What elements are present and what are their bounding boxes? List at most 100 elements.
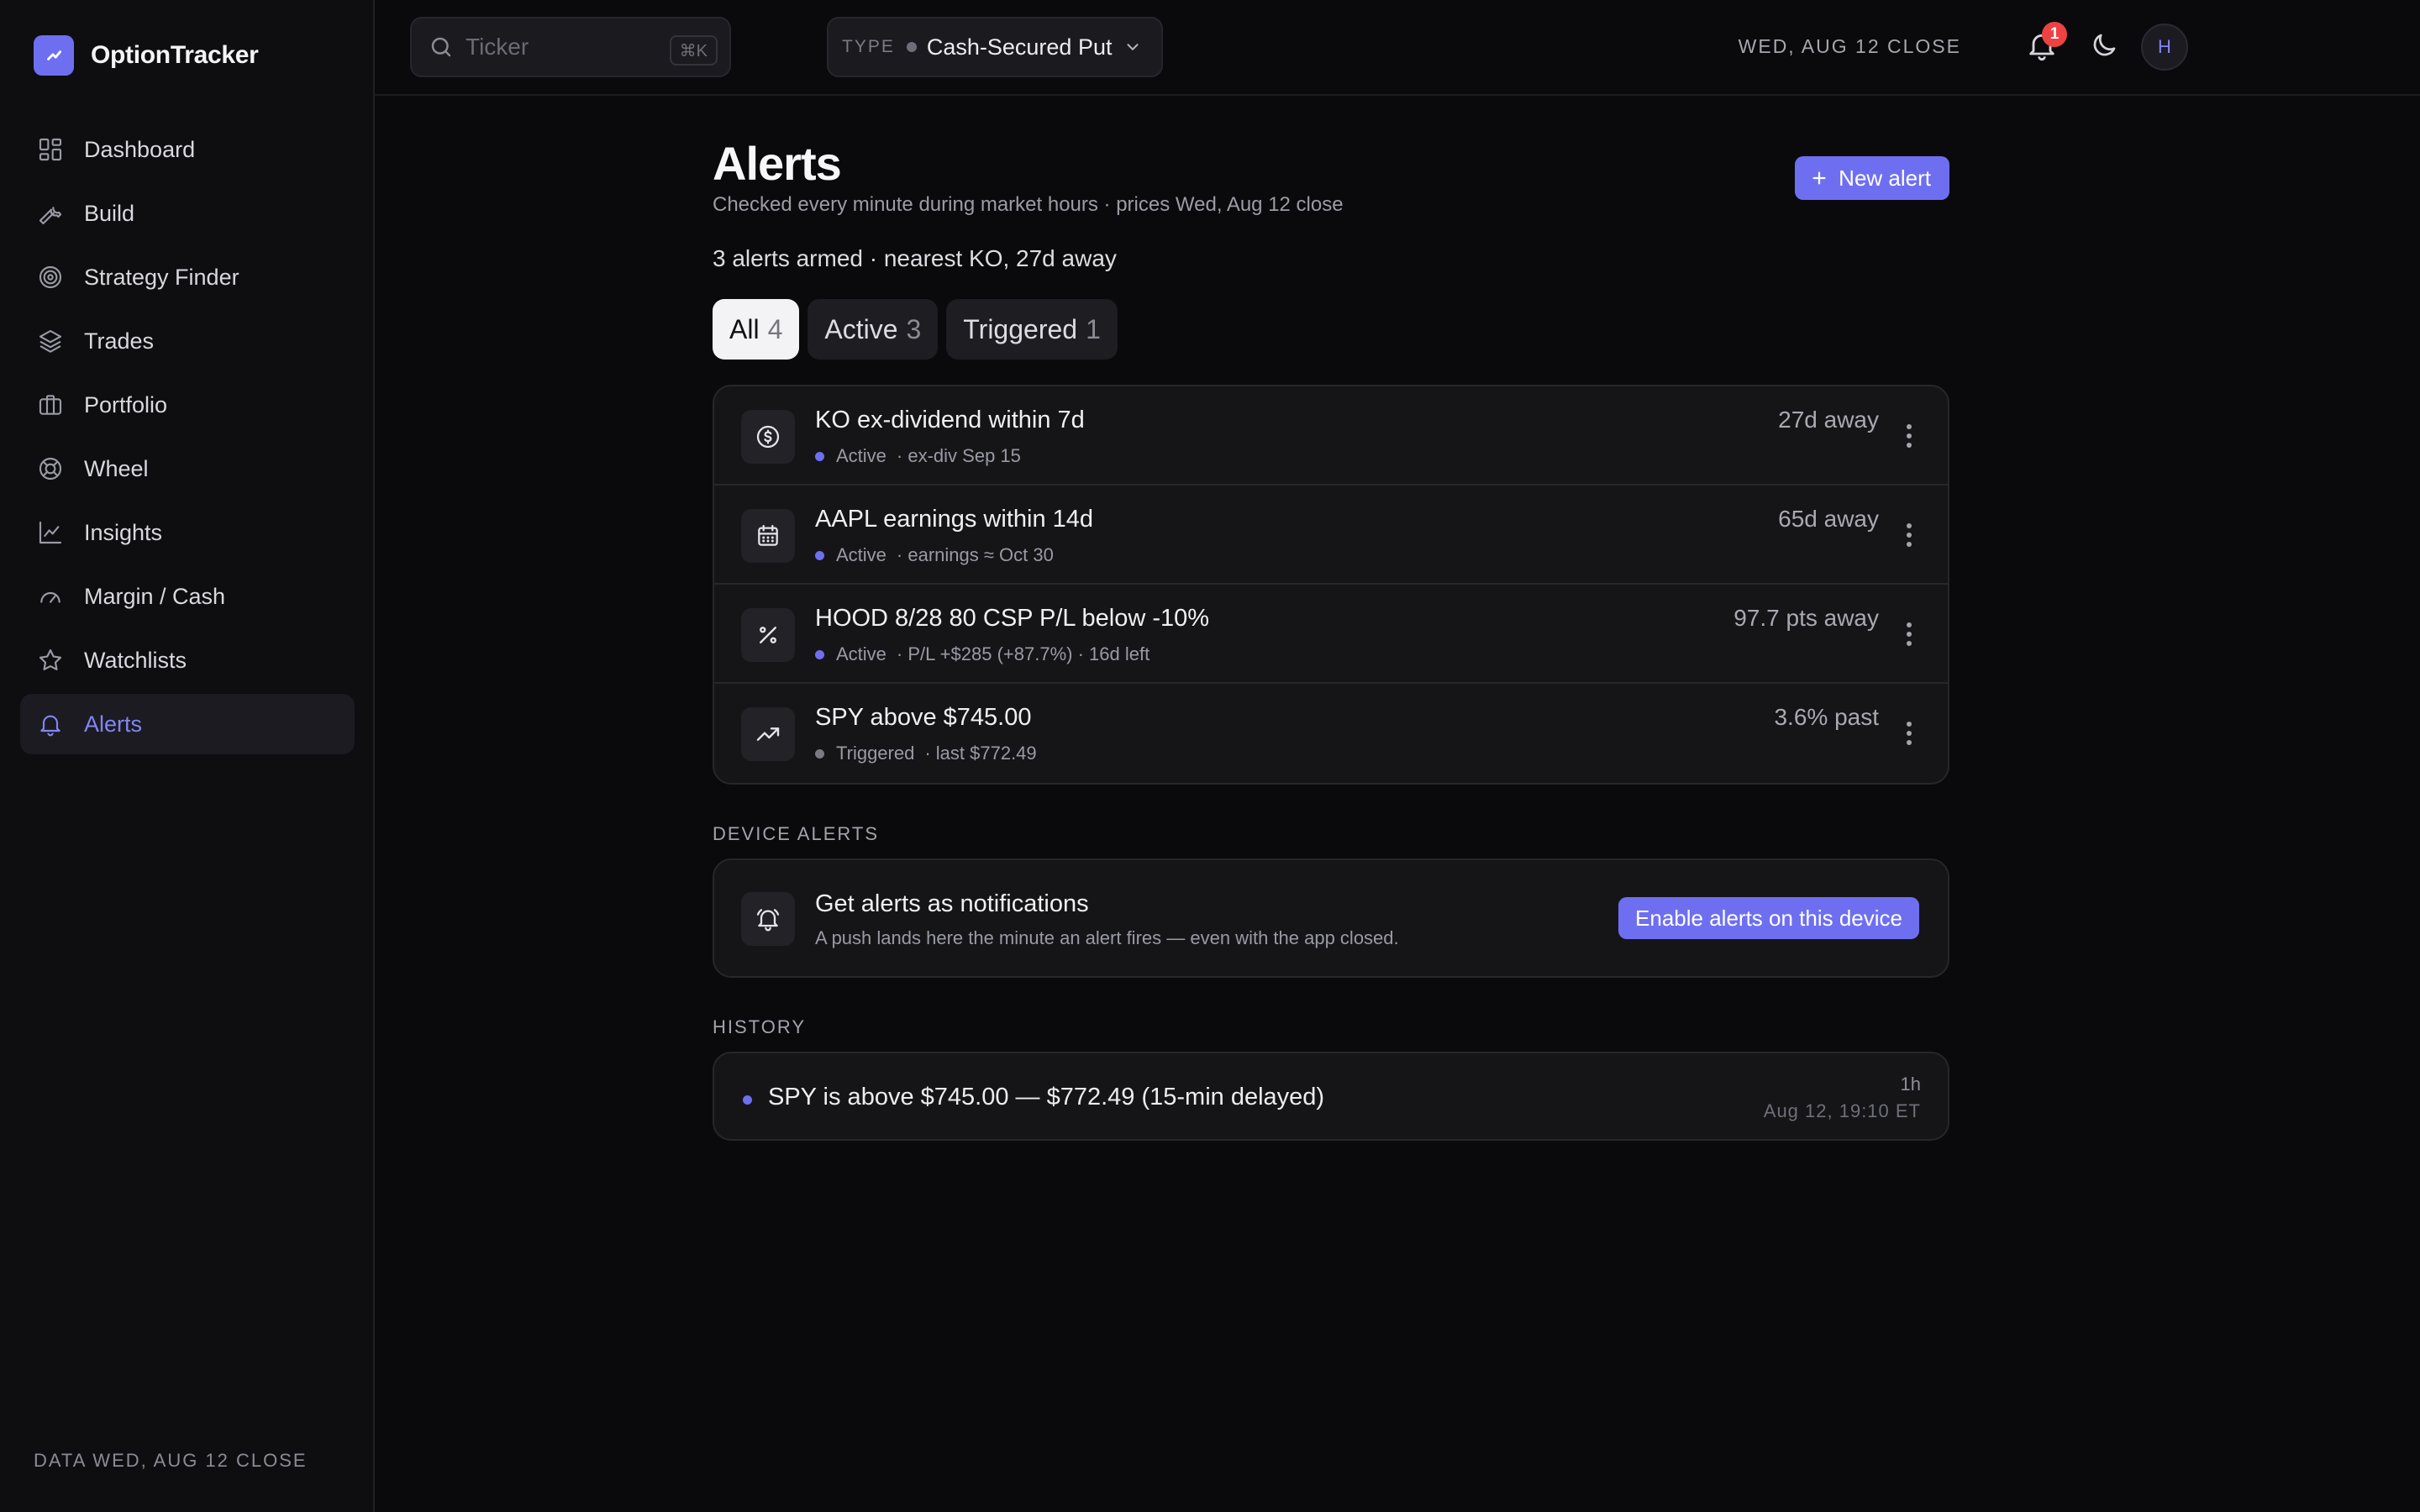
more-vertical-icon[interactable] (1904, 620, 1914, 648)
avatar[interactable]: H (2141, 24, 2188, 71)
percent-icon (741, 608, 795, 662)
sidebar-item-insights[interactable]: Insights (20, 502, 355, 563)
page-title: Alerts (713, 137, 842, 190)
alert-distance: 97.7 pts away (1733, 605, 1879, 631)
alert-detail: · ex-div Sep 15 (896, 445, 1021, 466)
tab-label: Active (824, 313, 898, 344)
sidebar-item-label: Build (84, 200, 135, 226)
new-alert-button[interactable]: New alert (1795, 156, 1949, 200)
sidebar-item-dashboard[interactable]: Dashboard (20, 119, 355, 180)
sidebar-item-label: Wheel (84, 455, 149, 481)
bell-icon (37, 711, 64, 738)
history-heading: HISTORY (713, 1016, 806, 1037)
chart-line-icon (34, 35, 74, 76)
tab-count: 4 (767, 313, 783, 344)
status-dot (815, 748, 824, 759)
notification-badge: 1 (2042, 22, 2067, 47)
tab-active[interactable]: Active 3 (808, 299, 939, 360)
alert-filter-tabs: All 4 Active 3 Triggered 1 (713, 299, 1949, 360)
alert-detail: · P/L +$285 (+87.7%) · 16d left (896, 643, 1150, 664)
status-dot (815, 649, 824, 659)
topbar: ⌘K TYPE Cash-Secured Put WED, AUG 12 CLO… (375, 0, 2420, 96)
alerts-list: KO ex-dividend within 7d Active · ex-div… (713, 385, 1949, 785)
alert-title: HOOD 8/28 80 CSP P/L below -10% (815, 605, 1210, 632)
alert-meta: Active · ex-div Sep 15 (815, 445, 1021, 467)
sidebar-item-label: Strategy Finder (84, 264, 239, 290)
search-icon (429, 34, 454, 60)
theme-toggle[interactable] (2089, 30, 2119, 60)
ticker-search[interactable]: ⌘K (410, 17, 731, 77)
line-chart-icon (37, 519, 64, 546)
history-entry: SPY is above $745.00 — $772.49 (15-min d… (713, 1052, 1949, 1141)
tab-count: 1 (1086, 313, 1101, 344)
history-ago: 1h (1900, 1074, 1921, 1095)
chevron-down-icon (1123, 38, 1142, 56)
alert-title: SPY above $745.00 (815, 704, 1032, 731)
alert-row[interactable]: KO ex-dividend within 7d Active · ex-div… (714, 386, 1948, 486)
wrench-icon (37, 200, 64, 227)
dollar-circle-icon (741, 410, 795, 464)
more-vertical-icon[interactable] (1904, 719, 1914, 748)
more-vertical-icon[interactable] (1904, 521, 1914, 549)
alert-meta: Active · earnings ≈ Oct 30 (815, 544, 1054, 566)
plus-icon (1810, 169, 1839, 187)
sidebar-item-portfolio[interactable]: Portfolio (20, 375, 355, 435)
alert-meta: Active · P/L +$285 (+87.7%) · 16d left (815, 643, 1150, 665)
search-input[interactable] (466, 34, 659, 60)
tab-triggered[interactable]: Triggered 1 (946, 299, 1118, 360)
alert-title: AAPL earnings within 14d (815, 506, 1094, 533)
calendar-icon (741, 509, 795, 563)
market-close-date: WED, AUG 12 CLOSE (1738, 35, 1961, 57)
alerts-page: Alerts Checked every minute during marke… (713, 136, 1949, 1141)
brand[interactable]: OptionTracker (34, 35, 259, 76)
alert-status: Active (836, 445, 886, 466)
alert-distance: 65d away (1778, 506, 1879, 532)
status-dot (815, 550, 824, 560)
gauge-icon (37, 583, 64, 610)
sidebar: OptionTracker Dashboard Build Strategy F… (0, 0, 375, 1512)
sidebar-nav: Dashboard Build Strategy Finder Trades P… (20, 119, 355, 758)
alert-status: Active (836, 643, 886, 664)
sidebar-item-label: Dashboard (84, 136, 196, 162)
alert-title: KO ex-dividend within 7d (815, 407, 1085, 433)
data-freshness-label: DATA WED, AUG 12 CLOSE (34, 1450, 308, 1471)
status-dot (815, 451, 824, 461)
tab-count: 3 (906, 313, 922, 344)
type-dot (906, 42, 917, 52)
enable-device-alerts-button[interactable]: Enable alerts on this device (1618, 897, 1919, 939)
target-icon (37, 264, 64, 291)
alert-meta: Triggered · last $772.49 (815, 743, 1037, 764)
sidebar-item-wheel[interactable]: Wheel (20, 438, 355, 499)
sidebar-item-label: Alerts (84, 711, 143, 737)
alerts-summary: 3 alerts armed · nearest KO, 27d away (713, 245, 1117, 271)
briefcase-icon (37, 391, 64, 418)
alert-status: Triggered (836, 743, 915, 764)
star-icon (37, 647, 64, 674)
type-value: Cash-Secured Put (926, 34, 1113, 60)
sidebar-item-build[interactable]: Build (20, 183, 355, 244)
sidebar-item-watchlists[interactable]: Watchlists (20, 630, 355, 690)
device-alerts-card: Get alerts as notifications A push lands… (713, 858, 1949, 978)
tab-all[interactable]: All 4 (713, 299, 800, 360)
sidebar-item-label: Trades (84, 328, 155, 354)
lifebuoy-icon (37, 455, 64, 482)
page-subtitle: Checked every minute during market hours… (713, 193, 1344, 216)
layers-icon (37, 328, 64, 354)
more-vertical-icon[interactable] (1904, 422, 1914, 450)
sidebar-item-alerts[interactable]: Alerts (20, 694, 355, 754)
alert-row[interactable]: AAPL earnings within 14d Active · earnin… (714, 486, 1948, 585)
sidebar-item-trades[interactable]: Trades (20, 311, 355, 371)
new-alert-label: New alert (1839, 165, 1931, 191)
strategy-type-select[interactable]: TYPE Cash-Secured Put (827, 17, 1163, 77)
alert-distance: 3.6% past (1774, 704, 1879, 730)
alert-row[interactable]: HOOD 8/28 80 CSP P/L below -10% Active ·… (714, 585, 1948, 684)
sidebar-item-margin-cash[interactable]: Margin / Cash (20, 566, 355, 627)
history-text: SPY is above $745.00 — $772.49 (15-min d… (768, 1084, 1325, 1110)
sidebar-item-strategy-finder[interactable]: Strategy Finder (20, 247, 355, 307)
trending-up-icon (741, 707, 795, 761)
tab-label: Triggered (963, 313, 1078, 344)
sidebar-item-label: Watchlists (84, 647, 187, 673)
sidebar-item-label: Insights (84, 519, 163, 545)
notifications-button[interactable]: 1 (2025, 22, 2067, 62)
alert-row[interactable]: SPY above $745.00 Triggered · last $772.… (714, 684, 1948, 783)
